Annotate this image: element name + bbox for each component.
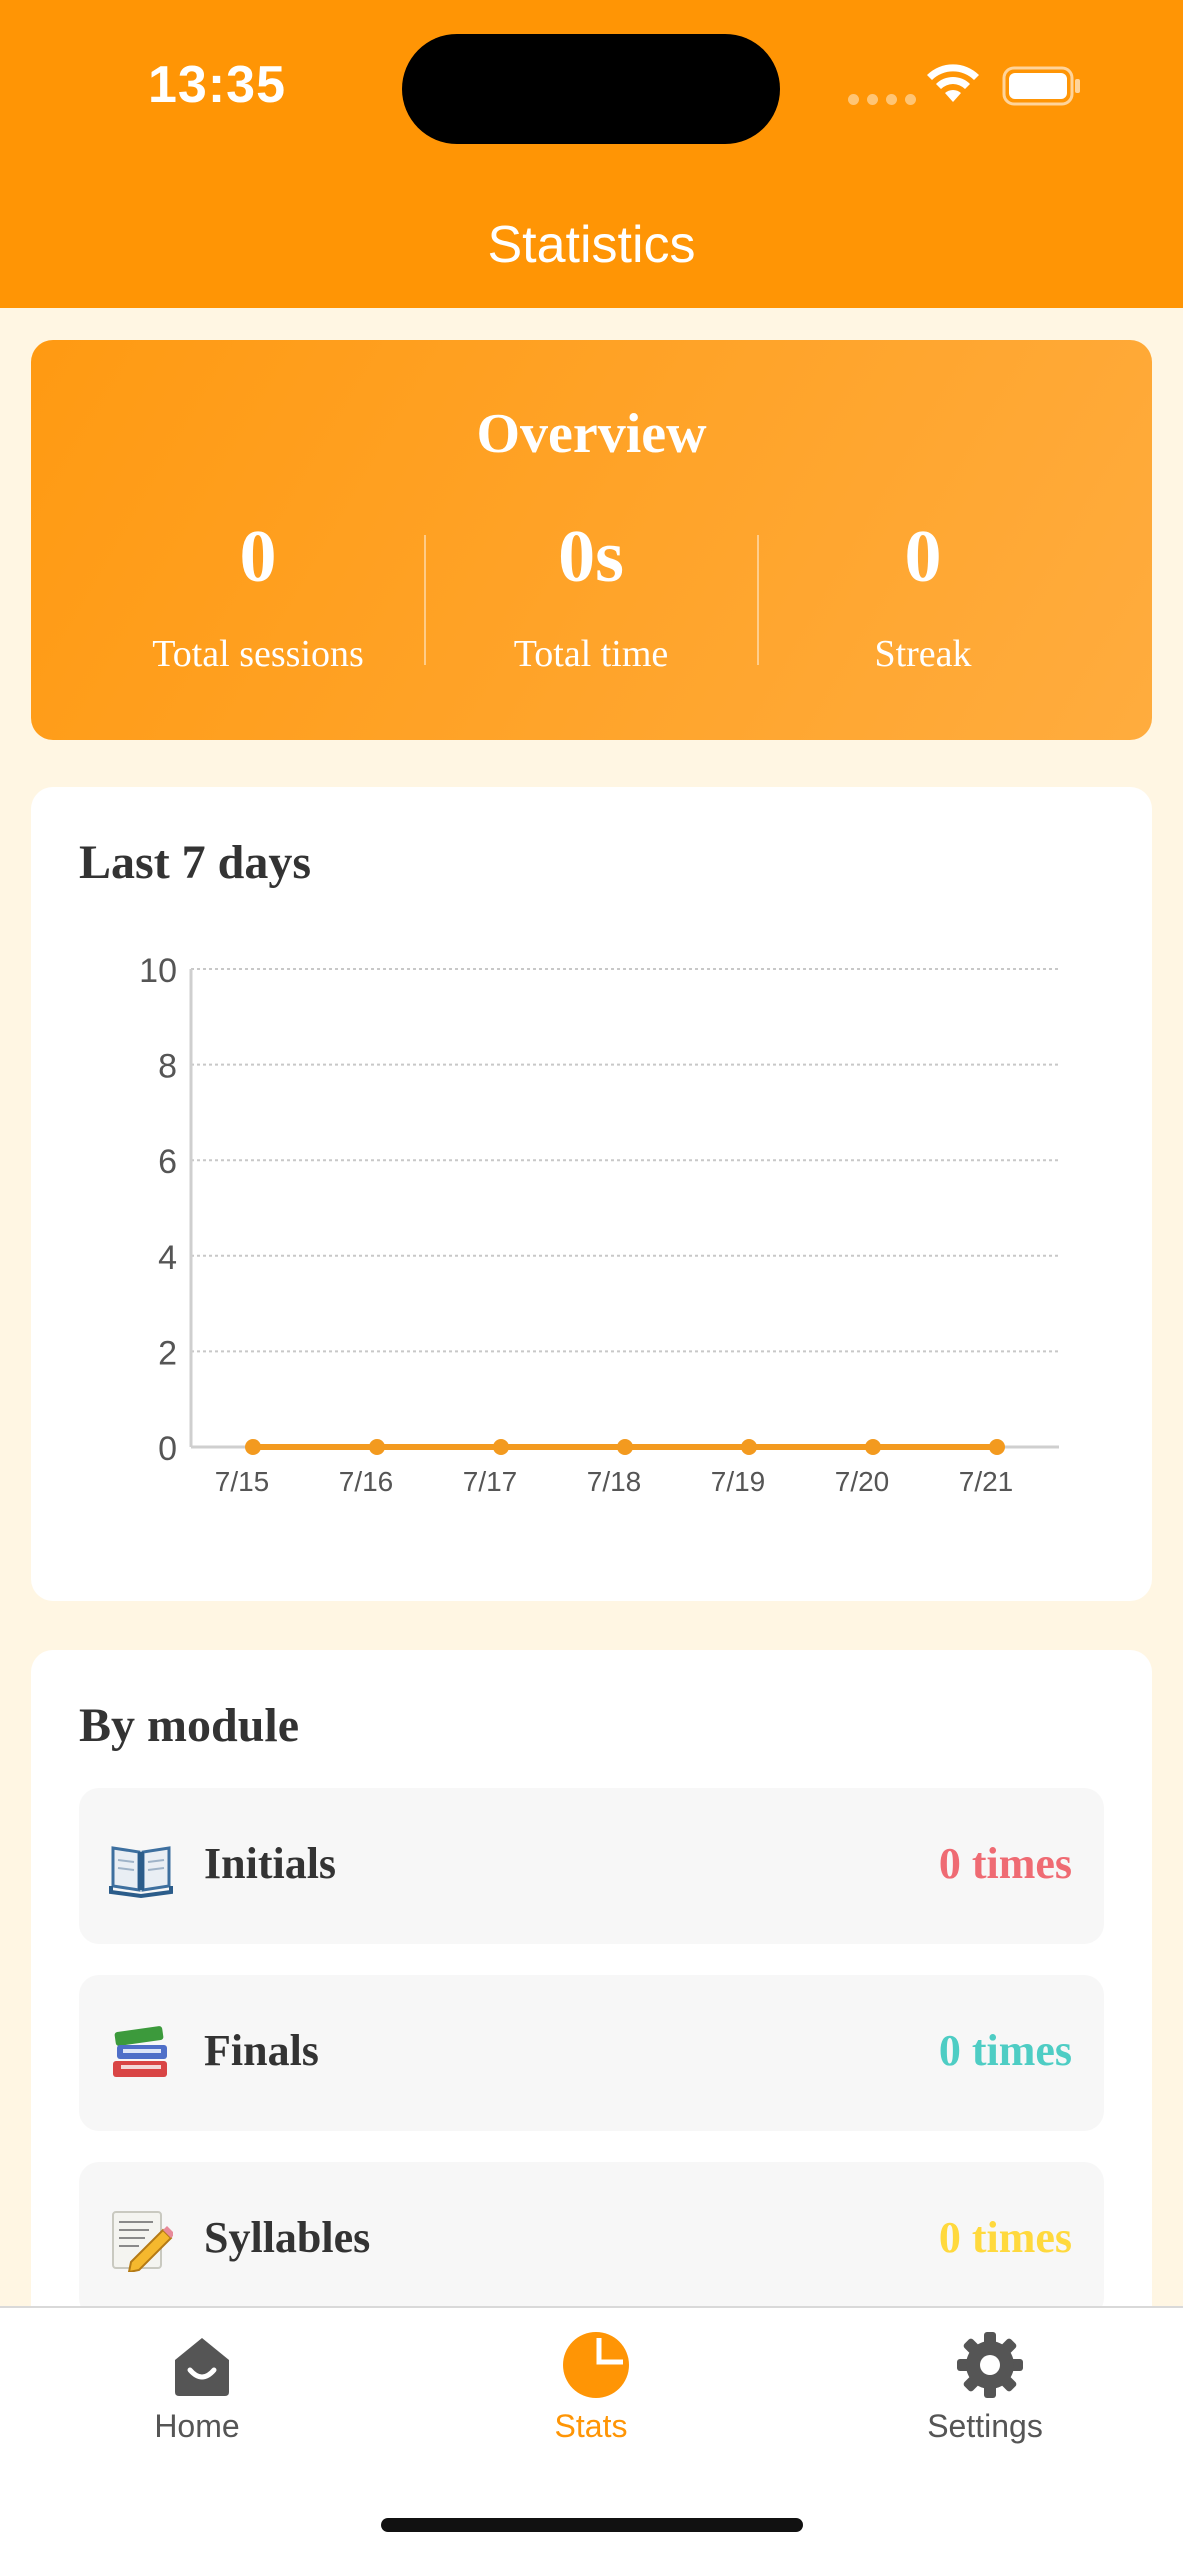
- stat-label: Total sessions: [152, 633, 364, 675]
- y-tick-label: 4: [158, 1239, 177, 1277]
- module-row-initials[interactable]: Initials 0 times: [79, 1788, 1104, 1944]
- tab-settings[interactable]: Settings: [788, 2308, 1182, 2468]
- x-tick-label: 7/20: [835, 1466, 890, 1497]
- status-bar: 13:35: [0, 0, 1183, 170]
- stat-value: 0s: [558, 516, 624, 598]
- stat-label: Streak: [874, 633, 972, 675]
- y-tick-label: 8: [158, 1048, 177, 1086]
- tab-stats[interactable]: Stats: [394, 2308, 788, 2468]
- x-tick-label: 7/15: [215, 1466, 270, 1497]
- module-count: 0 times: [938, 1839, 1072, 1888]
- tab-label: Stats: [554, 2408, 628, 2444]
- cellular-signal-icon: [848, 94, 916, 105]
- y-tick-label: 10: [139, 952, 177, 990]
- pie-chart-icon: [563, 2332, 629, 2398]
- data-point: [989, 1439, 1005, 1455]
- tab-bar: Home Stats Settings: [0, 2306, 1183, 2560]
- module-name: Initials: [204, 1839, 337, 1888]
- weekly-line-chart: 0 2 4 6 8 10 7/15 7/16 7/17 7/18 7/19 7/20 7/21: [139, 952, 1059, 1497]
- weekly-chart-card: Last 7 days 0 2 4 6 8 10 7/15 7/16 7/17 7/18 7/19 7…: [31, 787, 1152, 1601]
- open-book-icon: [109, 1846, 173, 1898]
- module-count: 0 times: [938, 2026, 1072, 2075]
- x-tick-label: 7/17: [463, 1466, 518, 1497]
- overview-title: Overview: [476, 403, 707, 465]
- wifi-icon: [927, 64, 979, 102]
- module-row-finals[interactable]: Finals 0 times: [79, 1975, 1104, 2131]
- data-point: [741, 1439, 757, 1455]
- stat-label: Total time: [513, 633, 669, 675]
- module-section-title: By module: [79, 1699, 300, 1752]
- stat-value: 0: [904, 516, 942, 598]
- y-tick-label: 6: [158, 1143, 177, 1181]
- data-point: [493, 1439, 509, 1455]
- stat-total-time: 0s Total time: [426, 520, 756, 676]
- x-tick-label: 7/21: [959, 1466, 1014, 1497]
- module-card: By module Initials 0 times Finals 0 time…: [31, 1650, 1152, 2350]
- memo-pencil-icon: [112, 2211, 173, 2272]
- data-point: [245, 1439, 261, 1455]
- status-time: 13:35: [148, 56, 286, 114]
- y-tick-label: 0: [158, 1430, 177, 1468]
- stat-streak: 0 Streak: [758, 520, 1088, 676]
- y-tick-label: 2: [158, 1334, 177, 1372]
- home-icon: [175, 2338, 229, 2396]
- module-count: 0 times: [938, 2213, 1072, 2262]
- module-name: Finals: [204, 2026, 319, 2075]
- dynamic-island: [402, 34, 780, 144]
- data-point: [865, 1439, 881, 1455]
- data-point: [617, 1439, 633, 1455]
- module-row-syllables[interactable]: Syllables 0 times: [79, 2162, 1104, 2318]
- home-indicator: [381, 2518, 803, 2532]
- navigation-bar: Statistics: [0, 170, 1183, 308]
- battery-icon: [1002, 66, 1080, 106]
- module-name: Syllables: [204, 2213, 371, 2262]
- stat-value: 0: [239, 516, 277, 598]
- overview-card: Overview 0 Total sessions 0s Total time …: [31, 340, 1152, 740]
- tab-label: Home: [154, 2408, 240, 2444]
- x-tick-label: 7/19: [711, 1466, 766, 1497]
- x-tick-label: 7/16: [339, 1466, 394, 1497]
- page-title: Statistics: [487, 216, 696, 274]
- tab-home[interactable]: Home: [0, 2308, 394, 2468]
- gear-icon: [957, 2332, 1023, 2398]
- tab-label: Settings: [927, 2408, 1043, 2444]
- books-stack-icon: [113, 2026, 167, 2077]
- stat-total-sessions: 0 Total sessions: [93, 520, 423, 676]
- data-point: [369, 1439, 385, 1455]
- x-tick-label: 7/18: [587, 1466, 642, 1497]
